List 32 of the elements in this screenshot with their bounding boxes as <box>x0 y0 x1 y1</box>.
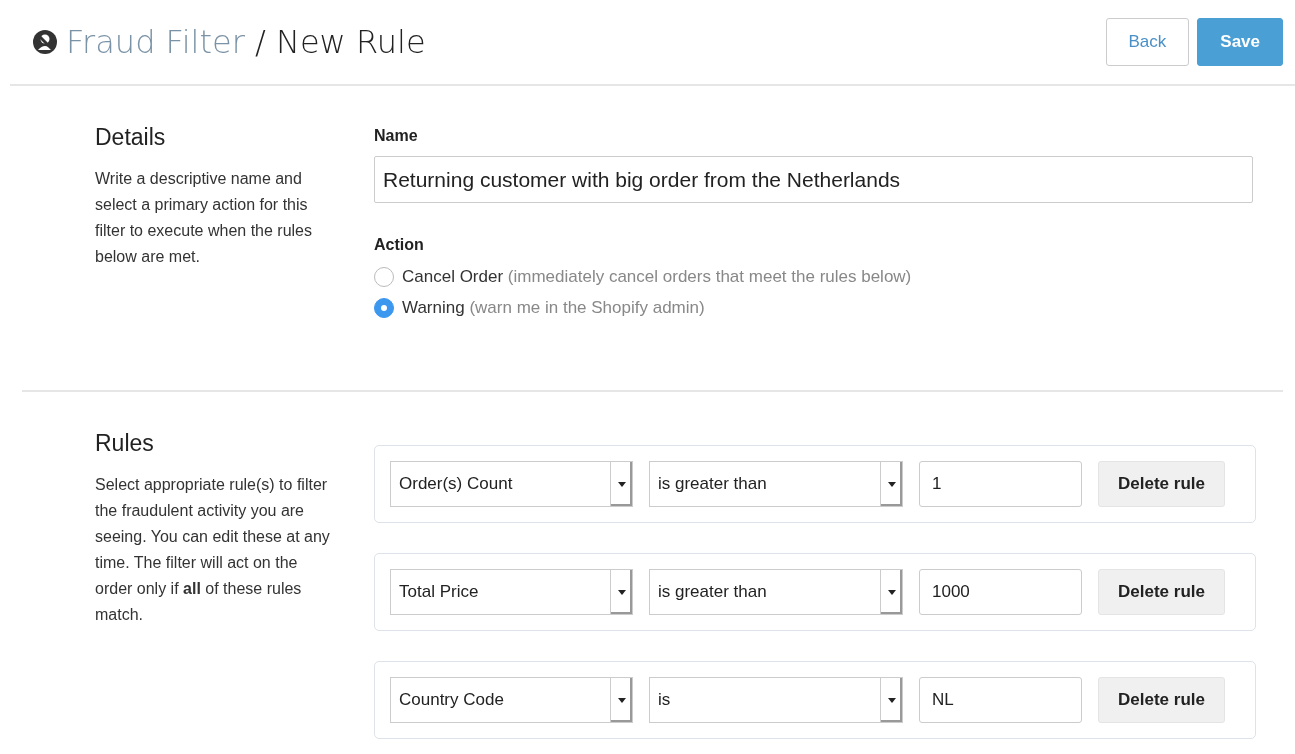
caret-icon <box>887 481 896 487</box>
caret-icon <box>887 697 896 703</box>
option-label[interactable]: Warning (warn me in the Shopify admin) <box>402 294 705 321</box>
dropdown[interactable]: Total Price <box>390 569 633 615</box>
caret-icon <box>617 589 626 595</box>
delete-rule-button[interactable]: Delete rule <box>1098 461 1225 507</box>
dropdown[interactable]: is <box>649 677 903 723</box>
caret-icon <box>887 589 896 595</box>
section-heading: Rules <box>95 430 155 458</box>
radio-button[interactable] <box>374 297 394 318</box>
dropdown[interactable]: Country Code <box>390 677 633 723</box>
name-field[interactable]: Returning customer with big order from the Netherlands <box>374 156 1253 203</box>
section-description: Write a descriptive name and select a primary action for this filter to execute when the rules below are met. <box>95 168 313 267</box>
section-heading: Details <box>95 124 167 152</box>
dropdown[interactable]: Order(s) Count <box>390 461 633 507</box>
option-label[interactable]: Cancel Order (immediately cancel orders that meet the rules below) <box>402 263 912 290</box>
dropdown[interactable]: is greater than <box>649 569 903 615</box>
back-button[interactable]: Back <box>1105 18 1190 66</box>
delete-rule-button[interactable]: Delete rule <box>1098 569 1225 615</box>
caret-icon <box>617 481 626 487</box>
field-label: Action <box>374 235 425 255</box>
logo-icon <box>32 29 58 55</box>
field-label: Name <box>374 126 419 146</box>
dropdown[interactable]: is greater than <box>649 461 903 507</box>
caret-icon <box>617 697 626 703</box>
value-field[interactable]: 1 <box>919 461 1082 507</box>
delete-rule-button[interactable]: Delete rule <box>1098 677 1225 723</box>
value-field[interactable]: NL <box>919 677 1082 723</box>
radio-button[interactable] <box>374 266 394 287</box>
section-description: Select appropriate rule(s) to filter the fraudulent activity you are seeing. You can edit these at any time. The filter will act on the order only if all of these rules match. <box>95 474 331 625</box>
page-title: Fraud Filter / New Rule <box>66 22 426 63</box>
value-field[interactable]: 1000 <box>919 569 1082 615</box>
